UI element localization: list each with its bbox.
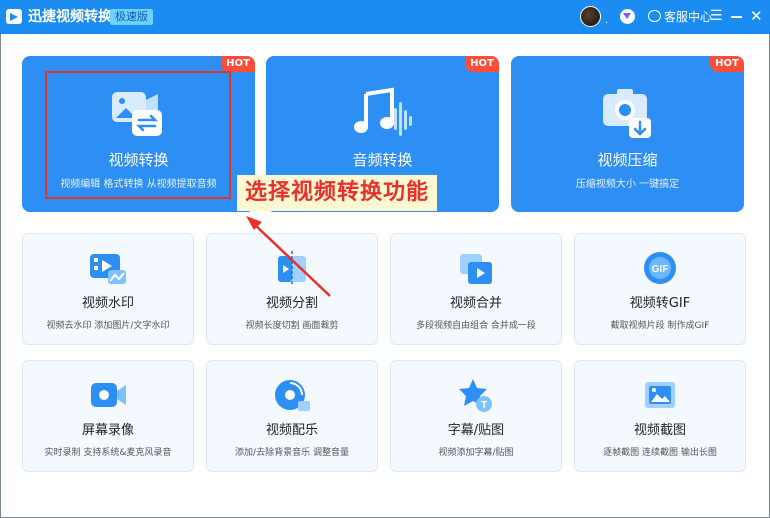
tool-card-subtitle: 实时录制 支持系统&麦克风录音 xyxy=(44,448,172,458)
tool-card-title: 屏幕录像 xyxy=(81,423,134,438)
hot-badge: HOT xyxy=(465,56,499,72)
watermark-icon xyxy=(90,254,126,284)
tool-card-title: 视频分割 xyxy=(265,296,318,311)
feature-card-subtitle: 压缩视频大小 一键搞定 xyxy=(575,179,680,190)
tool-card-subtitle: 视频添加字幕/贴图 xyxy=(438,448,514,458)
split-icon xyxy=(278,251,306,286)
tool-card-title: 视频合并 xyxy=(449,296,502,311)
audio-convert-icon xyxy=(354,87,412,136)
chat-bubble-icon[interactable] xyxy=(648,10,661,22)
tool-card-subtitle: 多段视频自由组合 合并成一段 xyxy=(416,321,536,331)
hot-badge: HOT xyxy=(710,56,744,72)
tool-card-subtitle: 视频长度切割 画面裁剪 xyxy=(245,321,339,331)
tool-card-split[interactable]: 视频分割 视频长度切割 画面裁剪 xyxy=(206,233,378,345)
tool-card-title: 视频水印 xyxy=(81,296,134,311)
tool-card-gif[interactable]: GIF 视频转GIF 截取视频片段 制作成GIF xyxy=(574,233,746,345)
tool-card-subtitle: 添加/去除背景音乐 调整音量 xyxy=(235,448,349,458)
tool-card-music[interactable]: 视频配乐 添加/去除背景音乐 调整音量 xyxy=(206,360,378,472)
menu-icon[interactable]: ☰ xyxy=(710,8,723,24)
title-bar: 迅捷视频转换器 极速版 . 客服中心 ☰ ✕ xyxy=(0,0,770,34)
gif-icon: GIF xyxy=(644,252,676,284)
tool-card-title: 视频转GIF xyxy=(629,296,691,311)
minimize-icon[interactable] xyxy=(731,16,742,18)
tool-card-subtitle: 逐帧截图 连续截图 输出长图 xyxy=(603,448,717,458)
tool-card-title: 字幕/贴图 xyxy=(447,423,505,438)
hot-badge: HOT xyxy=(221,56,255,72)
tool-card-merge[interactable]: 视频合并 多段视频自由组合 合并成一段 xyxy=(390,233,562,345)
svg-text:GIF: GIF xyxy=(652,264,669,275)
tool-card-watermark[interactable]: 视频水印 视频去水印 添加图片/文字水印 xyxy=(22,233,194,345)
screen-record-icon xyxy=(91,383,126,407)
tool-card-title: 视频配乐 xyxy=(265,423,318,438)
annotation-label: 选择视频转换功能 xyxy=(237,175,438,211)
user-name[interactable]: . xyxy=(605,15,608,26)
vip-icon[interactable] xyxy=(620,9,635,24)
user-avatar[interactable] xyxy=(580,6,601,27)
close-icon[interactable]: ✕ xyxy=(750,7,763,25)
customer-service-button[interactable]: 客服中心 xyxy=(664,9,712,25)
app-logo-icon xyxy=(6,9,22,24)
tool-card-screenshot[interactable]: 视频截图 逐帧截图 连续截图 输出长图 xyxy=(574,360,746,472)
highlight-box xyxy=(45,71,231,199)
feature-card-video-compress[interactable]: HOT 视频压缩 压缩视频大小 一键搞定 xyxy=(511,56,744,212)
feature-card-title: 视频压缩 xyxy=(597,151,658,169)
tool-card-title: 视频截图 xyxy=(633,423,686,438)
edition-badge: 极速版 xyxy=(110,9,153,25)
screenshot-icon xyxy=(645,382,675,408)
feature-card-title: 音频转换 xyxy=(352,151,413,169)
tool-card-screen-record[interactable]: 屏幕录像 实时录制 支持系统&麦克风录音 xyxy=(22,360,194,472)
music-icon xyxy=(275,380,310,411)
tool-card-subtitle: 视频去水印 添加图片/文字水印 xyxy=(46,321,170,331)
tool-card-subtitle-sticker[interactable]: T 字幕/贴图 视频添加字幕/贴图 xyxy=(390,360,562,472)
tool-card-subtitle: 截取视频片段 制作成GIF xyxy=(610,321,710,331)
video-compress-icon xyxy=(603,89,651,138)
subtitle-sticker-icon: T xyxy=(459,379,492,412)
svg-text:T: T xyxy=(481,400,487,411)
merge-icon xyxy=(460,254,492,284)
